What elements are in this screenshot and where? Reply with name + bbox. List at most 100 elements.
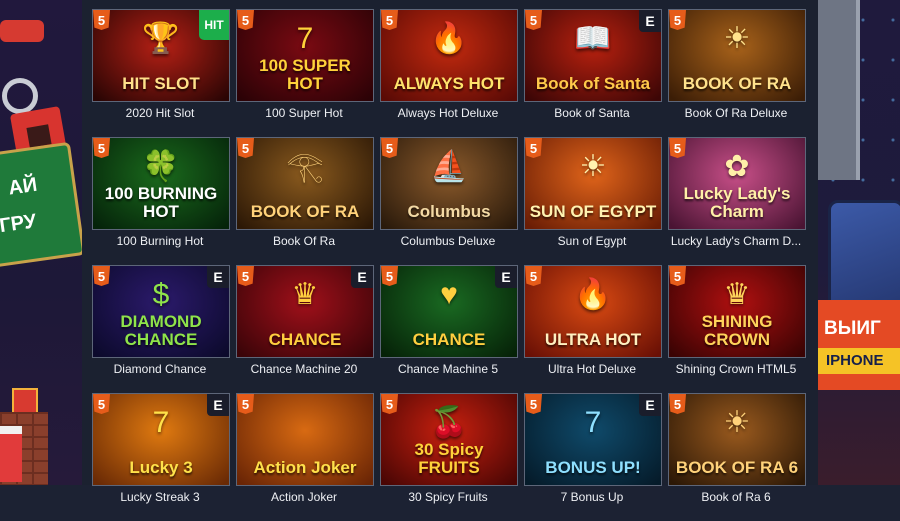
game-thumbnail[interactable]: 📖 Book of Santa 5 E [524, 9, 662, 102]
game-title[interactable]: 7 Bonus Up [524, 490, 660, 504]
game-thumbnail[interactable]: 🔥 ULTRA HOT 5 [524, 265, 662, 358]
gift-icon [12, 388, 38, 414]
game-title[interactable]: 30 Spicy Fruits [380, 490, 516, 504]
game-title[interactable]: Action Joker [236, 490, 372, 504]
win-banner-text: ВЫИГ [824, 318, 881, 339]
game-tile[interactable]: 📖 Book of Santa 5 E Book of Santa [524, 9, 662, 137]
game-logo-text: ULTRA HOT [544, 330, 642, 350]
game-thumbnail[interactable]: ⛵ Columbus 5 [380, 137, 518, 230]
game-thumbnail[interactable]: ☀ BOOK OF RA 5 [668, 9, 806, 102]
game-title[interactable]: Lucky Lady's Charm D... [668, 234, 804, 248]
game-tile[interactable]: ⛵ Columbus 5 Columbus Deluxe [380, 137, 518, 265]
html5-icon: 5 [93, 394, 110, 414]
promo-tag-text-2: ГРУ [0, 210, 38, 238]
game-art-icon: ☀ [723, 406, 751, 439]
left-promo-banner[interactable]: АЙ ГРУ [0, 0, 82, 485]
game-tile[interactable]: $ DIAMOND CHANCE 5 E Diamond Chance [92, 265, 230, 393]
game-logo-text: Lucky 3 [129, 458, 193, 478]
game-thumbnail[interactable]: 7 BONUS UP! 5 E [524, 393, 662, 486]
provider-logo-icon: E [495, 266, 517, 288]
game-thumbnail[interactable]: ☀ SUN OF EGYPT 5 [524, 137, 662, 230]
game-title[interactable]: 100 Super Hot [236, 106, 372, 120]
html5-icon: 5 [93, 138, 110, 158]
game-tile[interactable]: ☀ SUN OF EGYPT 5 Sun of Egypt [524, 137, 662, 265]
html5-icon: 5 [525, 138, 542, 158]
game-tile[interactable]: ♛ CHANCE 5 E Chance Machine 20 [236, 265, 374, 393]
game-tile[interactable]: ♛ SHINING CROWN 5 Shining Crown HTML5 [668, 265, 806, 393]
game-thumbnail[interactable]: ✿ Lucky Lady's Charm 5 [668, 137, 806, 230]
game-art-icon: ♛ [723, 278, 751, 311]
game-art-icon: 🔥 [574, 278, 612, 311]
provider-logo-icon: E [207, 266, 229, 288]
game-thumbnail[interactable]: Action Joker 5 [236, 393, 374, 486]
game-logo-text: SUN OF EGYPT [529, 202, 657, 222]
game-title[interactable]: Book Of Ra [236, 234, 372, 248]
game-thumbnail[interactable]: ♛ SHINING CROWN 5 [668, 265, 806, 358]
game-thumbnail[interactable]: ☀ BOOK OF RA 6 5 [668, 393, 806, 486]
game-art-icon: ✿ [724, 150, 750, 183]
html5-icon: 5 [525, 394, 542, 414]
game-thumbnail[interactable]: $ DIAMOND CHANCE 5 E [92, 265, 230, 358]
game-logo-text: Columbus [407, 202, 491, 222]
game-tile[interactable]: 🍀 100 BURNING HOT 5 100 Burning Hot [92, 137, 230, 265]
game-thumbnail[interactable]: 🏆 HIT SLOT 5 HIT [92, 9, 230, 102]
stocking-icon [0, 426, 22, 482]
game-thumbnail[interactable]: 7 100 SUPER HOT 5 [236, 9, 374, 102]
html5-icon: 5 [93, 266, 110, 286]
game-tile[interactable]: ☀ BOOK OF RA 5 Book Of Ra Deluxe [668, 9, 806, 137]
game-tile[interactable]: 🍒 30 Spicy FRUITS 5 30 Spicy Fruits [380, 393, 518, 521]
game-thumbnail[interactable]: 𓂀 BOOK OF RA 5 [236, 137, 374, 230]
game-tile[interactable]: Action Joker 5 Action Joker [236, 393, 374, 521]
promo-tag-text-1: АЙ [6, 173, 39, 200]
game-title[interactable]: Sun of Egypt [524, 234, 660, 248]
game-logo-text: CHANCE [268, 330, 342, 350]
game-thumbnail[interactable]: ♛ CHANCE 5 E [236, 265, 374, 358]
game-title[interactable]: Shining Crown HTML5 [668, 362, 804, 376]
game-thumbnail[interactable]: 7 Lucky 35E [92, 393, 230, 486]
right-promo-banner[interactable]: ВЫИГ IPHONE [818, 0, 900, 485]
game-tile[interactable]: 7 Lucky 3 5 E Lucky Streak 3 [92, 393, 230, 521]
html5-icon: 5 [669, 394, 686, 414]
html5-icon: 5 [525, 10, 542, 30]
provider-logo-icon: E [639, 10, 661, 32]
game-tile[interactable]: 7 100 SUPER HOT 5 100 Super Hot [236, 9, 374, 137]
html5-icon: 5 [237, 394, 254, 414]
game-title[interactable]: Lucky Streak 3 [92, 490, 228, 504]
game-title[interactable]: Book of Santa [524, 106, 660, 120]
game-logo-text: CHANCE [412, 330, 486, 350]
game-title[interactable]: Book Of Ra Deluxe [668, 106, 804, 120]
game-tile[interactable]: 🏆 HIT SLOT 5 HIT 2020 Hit Slot [92, 9, 230, 137]
game-title[interactable]: Columbus Deluxe [380, 234, 516, 248]
game-title[interactable]: 2020 Hit Slot [92, 106, 228, 120]
game-thumbnail[interactable]: 🍀 100 BURNING HOT 5 [92, 137, 230, 230]
game-title[interactable]: Chance Machine 5 [380, 362, 516, 376]
provider-logo-icon: E [639, 394, 661, 416]
game-thumbnail[interactable]: 🍒 30 Spicy FRUITS 5 [380, 393, 518, 486]
game-logo-text: Action Joker [253, 458, 357, 478]
promo-tag: АЙ ГРУ [0, 141, 82, 269]
gift-ribbon-decoration [0, 20, 44, 42]
game-title[interactable]: Chance Machine 20 [236, 362, 372, 376]
game-logo-text: BOOK OF RA 6 [675, 458, 799, 478]
game-tile[interactable]: 𓂀 BOOK OF RA 5 Book Of Ra [236, 137, 374, 265]
game-title[interactable]: 100 Burning Hot [92, 234, 228, 248]
game-logo-text: Lucky Lady's Charm [683, 184, 791, 222]
game-art-icon: ☀ [723, 22, 751, 55]
game-art-icon: 🍀 [142, 150, 180, 183]
game-title[interactable]: Diamond Chance [92, 362, 228, 376]
game-thumbnail[interactable]: 🔥 ALWAYS HOT 5 [380, 9, 518, 102]
game-tile[interactable]: 7 BONUS UP! 5 E 7 Bonus Up [524, 393, 662, 521]
game-title[interactable]: Ultra Hot Deluxe [524, 362, 660, 376]
game-title[interactable]: Book of Ra 6 [668, 490, 804, 504]
game-tile[interactable]: 🔥 ALWAYS HOT 5 Always Hot Deluxe [380, 9, 518, 137]
game-thumbnail[interactable]: ♥ CHANCE 5 E [380, 265, 518, 358]
html5-icon: 5 [381, 266, 398, 286]
game-tile[interactable]: ♥ CHANCE 5 E Chance Machine 5 [380, 265, 518, 393]
game-tile[interactable]: ✿ Lucky Lady's Charm 5 Lucky Lady's Charm D… [668, 137, 806, 265]
game-tile[interactable]: 🔥 ULTRA HOT 5 Ultra Hot Deluxe [524, 265, 662, 393]
game-title[interactable]: Always Hot Deluxe [380, 106, 516, 120]
game-logo-text: BOOK OF RA [250, 202, 360, 222]
game-tile[interactable]: ☀ BOOK OF RA 6 5 Book of Ra 6 [668, 393, 806, 521]
game-logo-text: ALWAYS HOT [393, 74, 505, 94]
game-art-icon: 🔥 [430, 22, 468, 55]
